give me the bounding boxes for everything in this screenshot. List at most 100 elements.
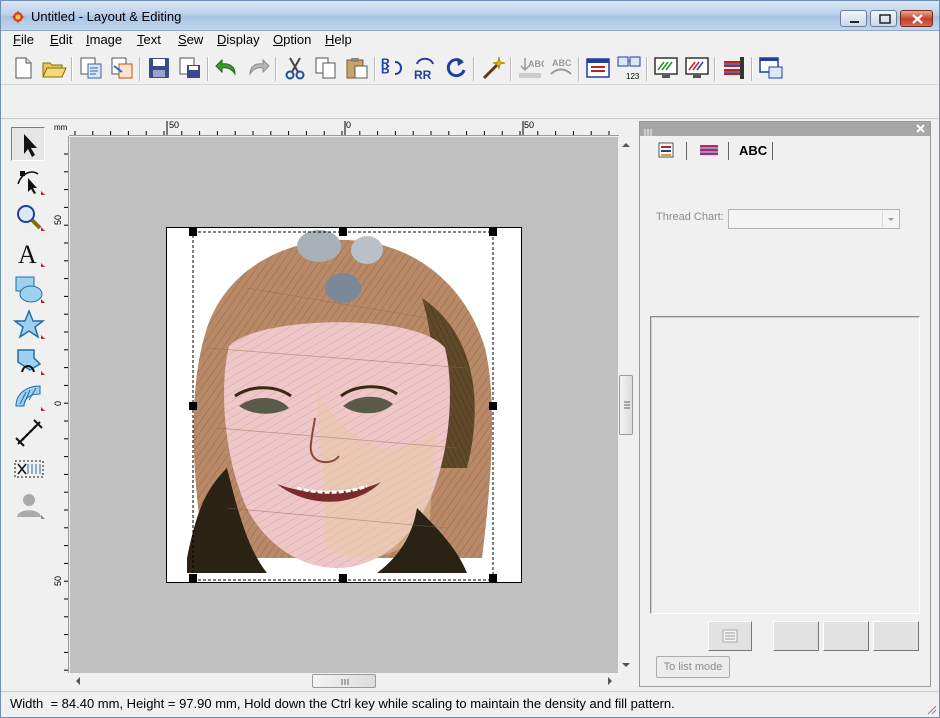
- svg-text:ABC: ABC: [552, 58, 572, 68]
- minimize-button[interactable]: [840, 10, 867, 27]
- resize-handle[interactable]: [189, 402, 197, 410]
- hruler-label: 0: [346, 121, 352, 130]
- tab-separator: [728, 142, 729, 160]
- magic-wand-icon[interactable]: [479, 54, 507, 82]
- sewing-order-icon[interactable]: 123: [615, 54, 643, 82]
- thread-color-icon[interactable]: [720, 54, 748, 82]
- toolbar-separator: [374, 57, 376, 81]
- tab-separator: [772, 142, 773, 160]
- embroidery-design[interactable]: [167, 228, 521, 582]
- svg-text:123: 123: [626, 72, 640, 81]
- vertical-scrollbar[interactable]: [618, 137, 634, 673]
- design-page-icon[interactable]: [584, 54, 612, 82]
- close-button[interactable]: [900, 10, 933, 27]
- save-icon[interactable]: [145, 54, 173, 82]
- tab-color[interactable]: [698, 140, 720, 162]
- horizontal-ruler: 50 0 50: [69, 121, 619, 136]
- tool-palette: A: [9, 125, 47, 519]
- svg-text:A: A: [18, 240, 37, 269]
- scroll-right-icon[interactable]: [602, 673, 618, 689]
- cut-icon[interactable]: [281, 54, 309, 82]
- menu-sew[interactable]: Sew: [176, 32, 205, 47]
- app-logo-icon: [10, 9, 26, 25]
- menu-file[interactable]: File: [11, 32, 36, 47]
- svg-text:R: R: [381, 62, 390, 76]
- scroll-up-icon[interactable]: [618, 137, 634, 153]
- panel-close-icon[interactable]: [914, 123, 927, 135]
- color-list[interactable]: [650, 316, 920, 614]
- star-shape-icon[interactable]: [11, 307, 46, 341]
- status-text: Width = 84.40 mm, Height = 97.90 mm, Hol…: [10, 696, 675, 711]
- maximize-button[interactable]: [870, 10, 897, 27]
- save-as-icon[interactable]: [176, 54, 204, 82]
- paste-icon[interactable]: [343, 54, 371, 82]
- vertical-scroll-thumb[interactable]: [619, 375, 633, 435]
- resize-handle[interactable]: [339, 228, 347, 236]
- ruler-unit: mm: [53, 121, 69, 136]
- resize-handle[interactable]: [339, 574, 347, 582]
- menu-help[interactable]: Help: [323, 32, 354, 47]
- menu-text[interactable]: Text: [135, 32, 163, 47]
- realistic-preview-icon[interactable]: [683, 54, 711, 82]
- import-pattern-icon[interactable]: [108, 54, 136, 82]
- cut-stitch-icon[interactable]: [11, 451, 45, 485]
- text-icon[interactable]: A: [11, 235, 45, 269]
- sewing-attribute-button[interactable]: [708, 621, 752, 651]
- thread-chart-select[interactable]: [728, 209, 900, 229]
- thread-chart-label: Thread Chart:: [656, 211, 724, 223]
- scroll-left-icon[interactable]: [70, 673, 86, 689]
- design-canvas[interactable]: [70, 137, 618, 673]
- copy-icon[interactable]: [312, 54, 340, 82]
- point-edit-icon[interactable]: [11, 163, 45, 197]
- horizontal-scrollbar[interactable]: [70, 673, 618, 689]
- menu-edit[interactable]: Edit: [48, 32, 74, 47]
- outline-icon[interactable]: [11, 343, 45, 377]
- tab-sew-order[interactable]: [656, 140, 678, 162]
- stamp-icon[interactable]: [11, 379, 45, 413]
- toolbar-separator: [275, 57, 277, 81]
- menu-bar: File Edit Image Text Sew Display Option …: [1, 31, 939, 51]
- resize-handle[interactable]: [489, 402, 497, 410]
- to-list-mode-button[interactable]: To list mode: [656, 656, 730, 678]
- zoom-icon[interactable]: [11, 199, 45, 233]
- vruler-label: 50: [53, 214, 63, 225]
- import-icon[interactable]: [77, 54, 105, 82]
- menu-option[interactable]: Option: [271, 32, 313, 47]
- tab-separator: [686, 142, 687, 160]
- title-bar: Untitled - Layout & Editing: [1, 1, 939, 31]
- menu-image[interactable]: Image: [84, 32, 124, 47]
- measure-icon[interactable]: [11, 415, 45, 449]
- mirror-vertical-icon[interactable]: RR: [411, 54, 439, 82]
- resize-handle[interactable]: [489, 574, 497, 582]
- resize-handle[interactable]: [189, 228, 197, 236]
- attribute-button-3[interactable]: [873, 621, 919, 651]
- scroll-down-icon[interactable]: [618, 657, 634, 673]
- vruler-label: 50: [53, 575, 63, 586]
- tab-abc[interactable]: ABC: [739, 143, 779, 165]
- resize-handle[interactable]: [489, 228, 497, 236]
- embroidery-hoop-area: [166, 227, 522, 583]
- attribute-button-1[interactable]: [773, 621, 819, 651]
- resize-grip-icon[interactable]: [925, 703, 937, 715]
- new-icon[interactable]: [9, 54, 37, 82]
- photo-stitch-icon[interactable]: [11, 487, 45, 521]
- undo-icon[interactable]: [213, 54, 241, 82]
- horizontal-scroll-thumb[interactable]: [312, 674, 376, 688]
- toolbar-separator: [578, 57, 580, 81]
- open-icon[interactable]: [40, 54, 68, 82]
- shape-icon[interactable]: [11, 271, 45, 305]
- select-icon[interactable]: [11, 127, 45, 161]
- text-arrange-icon[interactable]: ABC: [516, 54, 544, 82]
- attribute-button-2[interactable]: [823, 621, 869, 651]
- option-bar: [1, 86, 939, 119]
- write-to-card-icon[interactable]: [757, 54, 785, 82]
- grip-icon: [644, 125, 654, 137]
- resize-handle[interactable]: [189, 574, 197, 582]
- mirror-horizontal-icon[interactable]: RR: [379, 54, 407, 82]
- rotate-icon[interactable]: [442, 54, 470, 82]
- panel-title-bar[interactable]: [640, 122, 930, 137]
- stitch-simulator-icon[interactable]: [652, 54, 680, 82]
- text-arrange-reset-icon[interactable]: ABC: [547, 54, 575, 82]
- menu-display[interactable]: Display: [215, 32, 262, 47]
- redo-icon[interactable]: [244, 54, 272, 82]
